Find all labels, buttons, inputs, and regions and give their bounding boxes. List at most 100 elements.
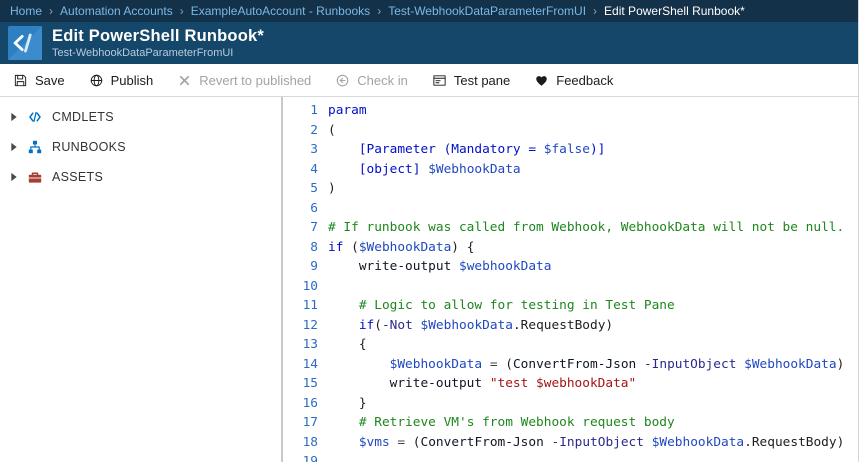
code-token: ) — [837, 357, 845, 372]
breadcrumb-bar: Home › Automation Accounts › ExampleAutoAcco… — [0, 0, 858, 22]
code-line[interactable]: 2( — [283, 121, 858, 141]
code-text: [Parameter (Mandatory = $false)] — [328, 140, 605, 160]
code-token — [451, 259, 459, 274]
breadcrumb-item[interactable]: Home — [10, 4, 42, 18]
sidebar-item-runbooks[interactable]: RUNBOOKS — [0, 132, 281, 162]
code-line[interactable]: 12 if(-Not $WebhookData.RequestBody) — [283, 316, 858, 336]
breadcrumb-item[interactable]: ExampleAutoAccount - Runbooks — [191, 4, 370, 18]
line-number: 5 — [283, 179, 318, 199]
code-line[interactable]: 4 [object] $WebhookData — [283, 160, 858, 180]
code-token: .RequestBody) — [513, 318, 613, 333]
line-number: 18 — [283, 433, 318, 453]
page-subtitle: Test-WebhookDataParameterFromUI — [52, 47, 264, 59]
code-text: } — [328, 394, 367, 414]
code-token: $WebhookData — [390, 357, 482, 372]
code-line[interactable]: 18 $vms = (ConvertFrom-Json -InputObject… — [283, 433, 858, 453]
code-token: $vms — [359, 435, 390, 450]
code-token: ( — [405, 435, 420, 450]
code-line[interactable]: 15 write-output "test $webhookData" — [283, 374, 858, 394]
header-text: Edit PowerShell Runbook* Test-WebhookDat… — [52, 27, 264, 59]
code-token: } — [328, 396, 367, 411]
checkin-icon — [335, 73, 350, 88]
code-token: $webhookData — [459, 259, 551, 274]
code-line[interactable]: 19 — [283, 452, 858, 462]
code-token: # Logic to allow for testing in Test Pan… — [359, 298, 675, 313]
cmdlets-icon — [27, 109, 43, 125]
code-token: -InputObject — [644, 357, 736, 372]
code-token — [482, 357, 490, 372]
breadcrumb-separator-icon: › — [49, 4, 53, 18]
code-text: $WebhookData = (ConvertFrom-Json -InputO… — [328, 355, 844, 375]
revert-to-published-button: Revert to published — [177, 73, 311, 88]
line-number: 1 — [283, 101, 318, 121]
chevron-right-icon — [10, 142, 18, 152]
code-token — [636, 357, 644, 372]
code-line[interactable]: 16 } — [283, 394, 858, 414]
code-token — [482, 376, 490, 391]
code-line[interactable]: 8if ($WebhookData) { — [283, 238, 858, 258]
line-number: 7 — [283, 218, 318, 238]
revert-icon — [177, 73, 192, 88]
assets-icon — [27, 169, 43, 185]
code-text: ) — [328, 179, 336, 199]
code-token: -Not — [382, 318, 413, 333]
code-token: # Retrieve VM's from Webhook request bod… — [359, 415, 675, 430]
code-token: $WebhookData — [652, 435, 744, 450]
code-text: [object] $WebhookData — [328, 160, 521, 180]
code-token — [736, 357, 744, 372]
toolbar-button-label: Check in — [357, 73, 408, 88]
test-pane-button[interactable]: Test pane — [432, 73, 510, 88]
breadcrumb-item[interactable]: Automation Accounts — [60, 4, 173, 18]
line-number: 13 — [283, 335, 318, 355]
save-icon — [13, 73, 28, 88]
code-line[interactable]: 13 { — [283, 335, 858, 355]
code-line[interactable]: 6 — [283, 199, 858, 219]
code-line[interactable]: 10 — [283, 277, 858, 297]
main-area: CMDLETSRUNBOOKSASSETS 1param2(3 [Paramet… — [0, 97, 858, 462]
code-token: $false — [544, 142, 590, 157]
code-token: write-output — [359, 259, 451, 274]
save-button[interactable]: Save — [13, 73, 65, 88]
page-title: Edit PowerShell Runbook* — [52, 27, 264, 45]
code-text: $vms = (ConvertFrom-Json -InputObject $W… — [328, 433, 844, 453]
code-line[interactable]: 5) — [283, 179, 858, 199]
breadcrumb-separator-icon: › — [593, 4, 597, 18]
blade-header: Edit PowerShell Runbook* Test-WebhookDat… — [0, 22, 858, 64]
line-number: 4 — [283, 160, 318, 180]
line-number: 6 — [283, 199, 318, 219]
code-token — [328, 357, 390, 372]
code-token: ( — [498, 357, 513, 372]
line-number: 15 — [283, 374, 318, 394]
code-token: = — [397, 435, 405, 450]
line-number: 16 — [283, 394, 318, 414]
code-text: write-output "test $webhookData" — [328, 374, 636, 394]
code-token — [328, 415, 359, 430]
sidebar-item-cmdlets[interactable]: CMDLETS — [0, 102, 281, 132]
code-line[interactable]: 14 $WebhookData = (ConvertFrom-Json -Inp… — [283, 355, 858, 375]
code-line[interactable]: 9 write-output $webhookData — [283, 257, 858, 277]
code-token: = — [490, 357, 498, 372]
sidebar-item-assets[interactable]: ASSETS — [0, 162, 281, 192]
code-token — [328, 298, 359, 313]
code-line[interactable]: 17 # Retrieve VM's from Webhook request … — [283, 413, 858, 433]
code-line[interactable]: 1param — [283, 101, 858, 121]
code-text: { — [328, 335, 367, 355]
chevron-right-icon — [10, 112, 18, 122]
feedback-button[interactable]: Feedback — [534, 73, 613, 88]
code-token: -InputObject — [552, 435, 644, 450]
chevron-right-icon — [10, 172, 18, 182]
code-token: ( — [343, 240, 358, 255]
breadcrumb-item[interactable]: Test-WebhookDataParameterFromUI — [388, 4, 586, 18]
command-bar: Save Publish Revert to published Check in Te… — [0, 64, 858, 97]
publish-button[interactable]: Publish — [89, 73, 154, 88]
toolbar-button-label: Revert to published — [199, 73, 311, 88]
code-token: .RequestBody) — [744, 435, 844, 450]
code-line[interactable]: 11 # Logic to allow for testing in Test … — [283, 296, 858, 316]
line-number: 9 — [283, 257, 318, 277]
code-token: write-output — [390, 376, 482, 391]
code-line[interactable]: 3 [Parameter (Mandatory = $false)] — [283, 140, 858, 160]
code-line[interactable]: 7# If runbook was called from Webhook, W… — [283, 218, 858, 238]
code-token — [644, 435, 652, 450]
code-editor[interactable]: 1param2(3 [Parameter (Mandatory = $false… — [283, 97, 858, 462]
line-number: 10 — [283, 277, 318, 297]
